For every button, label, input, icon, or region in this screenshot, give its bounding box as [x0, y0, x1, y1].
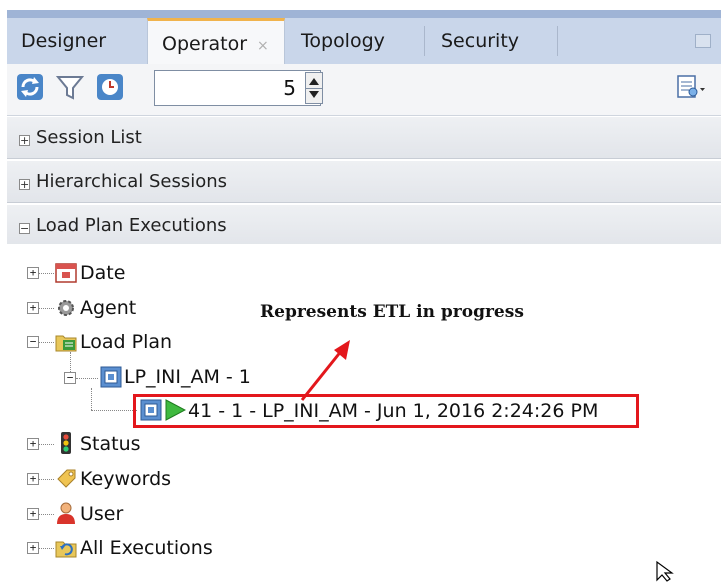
auto-refresh-icon[interactable] — [95, 72, 125, 102]
tree-node-label: Agent — [80, 297, 137, 319]
expand-icon[interactable]: + — [27, 267, 39, 279]
all-executions-folder-icon — [55, 541, 77, 558]
tree-node-all-executions[interactable]: All Executions — [80, 533, 213, 563]
tree-connector — [38, 548, 54, 549]
refresh-icon[interactable] — [15, 72, 45, 102]
annotation-text: Represents ETL in progress — [260, 302, 524, 322]
tab-operator-label: Operator — [162, 33, 248, 55]
expand-icon[interactable]: + — [27, 473, 39, 485]
tab-divider — [557, 26, 558, 56]
tab-security-label: Security — [441, 30, 520, 52]
tree-node-load-plan[interactable]: Load Plan — [80, 327, 172, 357]
tree-node-label: Status — [80, 433, 141, 455]
stepper-divider — [306, 88, 322, 89]
collapse-icon[interactable]: − — [27, 336, 39, 348]
expand-icon[interactable]: + — [27, 542, 39, 554]
section-session-list[interactable]: + Session List — [7, 116, 721, 159]
tree-node-label: Date — [80, 262, 126, 284]
tree-node-keywords[interactable]: Keywords — [80, 464, 171, 494]
report-menu-icon[interactable] — [675, 72, 705, 102]
tree-connector — [91, 388, 92, 410]
section-label: Session List — [36, 127, 142, 148]
navigator-tab-bar: Designer Operator × Topology Security — [7, 10, 721, 64]
tab-divider — [424, 26, 425, 56]
load-plan-folder-icon — [55, 335, 77, 352]
tree-node-label: Load Plan — [80, 331, 173, 353]
expand-icon[interactable]: + — [27, 508, 39, 520]
tree-node-label: All Executions — [80, 537, 213, 559]
tree-node-lp-instance[interactable]: LP_INI_AM - 1 — [124, 362, 251, 392]
tab-topology-label: Topology — [301, 30, 385, 52]
tag-icon — [57, 469, 76, 488]
tree-connector — [38, 444, 54, 445]
tree-connector — [38, 273, 54, 274]
load-plan-instance-icon — [100, 366, 122, 388]
tree-connector — [91, 410, 137, 411]
tab-security[interactable]: Security — [427, 18, 557, 64]
expand-icon[interactable]: + — [19, 135, 30, 146]
operator-toolbar: 5 — [7, 64, 721, 116]
user-icon — [57, 502, 75, 524]
section-load-plan-executions[interactable]: − Load Plan Executions — [7, 204, 721, 247]
filter-icon[interactable] — [55, 72, 85, 102]
session-count-field[interactable]: 5 — [154, 70, 321, 106]
tree-node-status[interactable]: Status — [80, 429, 141, 459]
expand-icon[interactable]: + — [27, 438, 39, 450]
section-label: Hierarchical Sessions — [36, 171, 228, 192]
tree-connector — [38, 514, 54, 515]
section-hierarchical-sessions[interactable]: + Hierarchical Sessions — [7, 160, 721, 203]
restore-icon[interactable] — [695, 34, 711, 48]
session-count-value: 5 — [283, 76, 296, 100]
tree-node-label: User — [80, 503, 124, 525]
tree-connector — [38, 342, 54, 343]
traffic-light-icon — [61, 432, 71, 454]
section-label: Load Plan Executions — [36, 215, 227, 236]
close-icon[interactable]: × — [257, 38, 269, 54]
calendar-icon — [55, 263, 77, 283]
tab-designer-label: Designer — [21, 30, 107, 52]
tree-connector — [38, 308, 54, 309]
tab-designer[interactable]: Designer — [7, 18, 147, 64]
tree-node-user[interactable]: User — [80, 499, 123, 529]
top-strip — [0, 0, 723, 10]
stepper-up-icon[interactable] — [309, 78, 319, 85]
tree-node-agent[interactable]: Agent — [80, 293, 136, 323]
highlight-box — [133, 394, 639, 428]
expand-icon[interactable]: + — [19, 179, 30, 190]
tree-node-date[interactable]: Date — [80, 258, 125, 288]
expand-icon[interactable]: + — [27, 302, 39, 314]
tab-topology[interactable]: Topology — [287, 18, 417, 64]
tree-node-label: Keywords — [80, 468, 172, 490]
tree-connector — [76, 378, 98, 379]
tab-operator[interactable]: Operator × — [147, 18, 285, 64]
gear-icon — [58, 300, 74, 316]
tree-node-label: LP_INI_AM - 1 — [124, 366, 251, 388]
collapse-icon[interactable]: − — [19, 223, 30, 234]
tree-connector — [38, 479, 54, 480]
count-stepper[interactable] — [305, 72, 323, 104]
collapse-icon[interactable]: − — [64, 372, 76, 384]
stepper-down-icon[interactable] — [309, 91, 319, 98]
mouse-cursor-icon — [656, 560, 674, 582]
annotation-arrow — [300, 340, 350, 401]
